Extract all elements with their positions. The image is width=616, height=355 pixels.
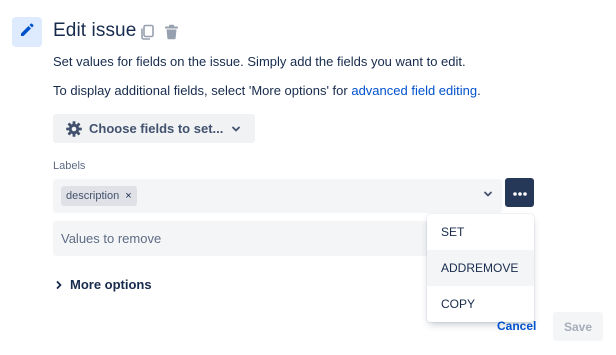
more-horizontal-icon bbox=[512, 184, 528, 202]
menu-item-addremove[interactable]: ADDREMOVE bbox=[427, 250, 534, 286]
description-line-1: Set values for fields on the issue. Simp… bbox=[53, 54, 466, 69]
description-line-2-text: To display additional fields, select 'Mo… bbox=[53, 83, 352, 98]
label-tag: description × bbox=[61, 186, 137, 206]
choose-fields-button[interactable]: Choose fields to set... bbox=[53, 114, 255, 143]
labels-field-label: Labels bbox=[53, 160, 86, 172]
menu-item-set[interactable]: SET bbox=[427, 214, 534, 250]
more-actions-button[interactable] bbox=[505, 178, 534, 207]
more-options-label: More options bbox=[70, 277, 152, 292]
choose-fields-label: Choose fields to set... bbox=[89, 121, 224, 136]
edit-issue-icon-box bbox=[12, 17, 42, 47]
remove-tag-icon[interactable]: × bbox=[125, 190, 131, 202]
trash-icon[interactable] bbox=[162, 23, 180, 41]
menu-item-copy[interactable]: COPY bbox=[427, 286, 534, 322]
page-title: Edit issue bbox=[53, 20, 137, 41]
save-button[interactable]: Save bbox=[553, 312, 603, 341]
operation-dropdown-menu: SET ADDREMOVE COPY bbox=[427, 214, 534, 322]
advanced-field-editing-link[interactable]: advanced field editing bbox=[351, 83, 477, 98]
pencil-icon bbox=[19, 22, 35, 43]
description-line-2-suffix: . bbox=[477, 83, 481, 98]
gear-icon bbox=[65, 120, 83, 138]
label-tag-text: description bbox=[66, 190, 120, 202]
more-options-toggle[interactable]: More options bbox=[55, 277, 152, 292]
chevron-down-icon bbox=[231, 124, 241, 134]
title-actions bbox=[138, 23, 180, 41]
cancel-button[interactable]: Cancel bbox=[497, 319, 536, 333]
description-line-2: To display additional fields, select 'Mo… bbox=[53, 83, 481, 98]
labels-input[interactable]: description × bbox=[53, 179, 502, 213]
chevron-right-icon bbox=[55, 280, 63, 290]
chevron-down-icon[interactable] bbox=[482, 188, 494, 200]
copy-icon[interactable] bbox=[138, 23, 156, 41]
